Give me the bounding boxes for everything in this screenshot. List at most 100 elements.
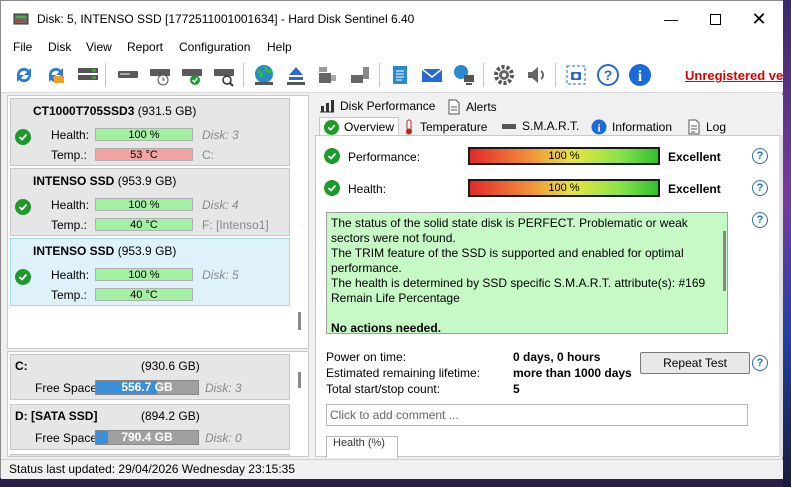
- scrollbar-thumb[interactable]: [298, 372, 301, 388]
- toolbar-separator: [483, 63, 484, 87]
- temp-bar: 40 °C: [95, 288, 193, 301]
- svg-text:?: ?: [604, 67, 613, 83]
- status-bar: Status last updated: 29/04/2026 Wednesda…: [1, 459, 783, 479]
- menu-bar: File Disk View Report Configuration Help: [1, 37, 783, 57]
- drive-letters: F: [Intenso1]: [202, 218, 269, 232]
- toolbar-separator: [555, 63, 556, 87]
- mail-button[interactable]: [419, 62, 445, 88]
- disk-number: Disk: 5: [202, 268, 239, 282]
- volume-name: C:: [15, 359, 28, 373]
- toolbar-separator: [243, 63, 244, 87]
- screenshot-icon: [566, 65, 586, 85]
- disk-ok-icon: [182, 69, 202, 85]
- minimize-button[interactable]: —: [649, 5, 693, 33]
- eject-button[interactable]: [283, 62, 309, 88]
- health-help-icon[interactable]: ?: [752, 180, 768, 196]
- maximize-icon: [709, 13, 721, 25]
- disk-entry[interactable]: CT1000T705SSD3 (931.5 GB) Health: 100 % …: [10, 98, 290, 166]
- health-ok-icon: [324, 180, 340, 196]
- disk-list-icon: [78, 68, 98, 80]
- disk-entry-selected[interactable]: INTENSO SSD (953.9 GB) Health: 100 % Dis…: [10, 238, 290, 306]
- volume-entry[interactable]: D: [SATA SSD] (894.2 GB) Free Space 790.…: [10, 404, 290, 450]
- svg-text:i: i: [638, 68, 643, 85]
- speaker-button[interactable]: [523, 62, 549, 88]
- health-label: Health:: [51, 128, 90, 142]
- close-button[interactable]: ✕: [737, 5, 781, 33]
- thermometer-icon: [406, 119, 412, 135]
- maximize-button[interactable]: [693, 5, 737, 33]
- help-button[interactable]: ?: [595, 62, 621, 88]
- performance-ok-icon: [324, 148, 340, 164]
- refresh-all-button[interactable]: [43, 62, 69, 88]
- menu-file[interactable]: File: [13, 40, 32, 54]
- performance-rating: Excellent: [668, 150, 721, 164]
- comment-input[interactable]: Click to add comment ...: [326, 404, 748, 426]
- temp-label: Temp.:: [51, 148, 88, 162]
- tab-information[interactable]: i Information: [591, 119, 672, 135]
- menu-disk[interactable]: Disk: [48, 40, 71, 54]
- drive-letters: C:: [202, 148, 214, 162]
- volume-entry[interactable]: C: (930.6 GB) Free Space 556.7 GB Disk: …: [10, 354, 290, 400]
- detail-panel: Disk Performance Alerts Overview Tempera…: [313, 95, 783, 458]
- repeat-test-help-icon[interactable]: ?: [752, 355, 768, 371]
- disk-info-button[interactable]: [115, 62, 141, 88]
- title-bar[interactable]: Disk: 5, INTENSO SSD [1772511001001634] …: [1, 1, 783, 37]
- status-help-icon[interactable]: ?: [752, 212, 768, 228]
- disk-list-panel: CT1000T705SSD3 (931.5 GB) Health: 100 % …: [7, 95, 309, 349]
- overview-tab-content: Performance: 100 % Excellent ? Health: 1…: [315, 135, 783, 458]
- volume-size: (930.6 GB): [141, 359, 200, 373]
- network-button[interactable]: [451, 62, 477, 88]
- menu-configuration[interactable]: Configuration: [179, 40, 250, 54]
- disk-schedule-button[interactable]: [147, 62, 173, 88]
- usb-drive-button[interactable]: [315, 62, 341, 88]
- close-icon: ✕: [751, 8, 767, 29]
- tab-disk-performance[interactable]: Disk Performance: [319, 99, 435, 113]
- lifetime-value: more than 1000 days: [513, 366, 632, 380]
- free-space-bar: 790.4 GB: [95, 430, 199, 445]
- tab-smart[interactable]: S.M.A.R.T.: [501, 119, 579, 133]
- info-button[interactable]: i: [627, 62, 653, 88]
- volume-entry[interactable]: [10, 454, 290, 456]
- disk-number: Disk: 3: [205, 381, 242, 395]
- scrollbar-track[interactable]: [779, 135, 783, 457]
- disk-name: INTENSO SSD (953.9 GB): [33, 174, 177, 188]
- lifetime-label: Estimated remaining lifetime:: [326, 366, 481, 380]
- usb-plug-button[interactable]: [347, 62, 373, 88]
- menu-report[interactable]: Report: [127, 40, 163, 54]
- performance-help-icon[interactable]: ?: [752, 148, 768, 164]
- temp-label: Temp.:: [51, 218, 88, 232]
- temp-bar: 53 °C: [95, 148, 193, 161]
- disk-number: Disk: 4: [202, 198, 239, 212]
- status-action: No actions needed.: [331, 321, 442, 334]
- volume-list-panel: C: (930.6 GB) Free Space 556.7 GB Disk: …: [7, 351, 309, 457]
- menu-help[interactable]: Help: [267, 40, 292, 54]
- status-description[interactable]: The status of the solid state disk is PE…: [326, 212, 728, 334]
- settings-icon: [494, 65, 514, 85]
- desktop-background: [783, 0, 791, 487]
- tab-temperature[interactable]: Temperature: [403, 119, 487, 135]
- notepad-button[interactable]: [387, 62, 413, 88]
- globe-button[interactable]: [251, 62, 277, 88]
- tab-log[interactable]: Log: [687, 119, 726, 135]
- menu-view[interactable]: View: [86, 40, 112, 54]
- refresh-button[interactable]: [11, 62, 37, 88]
- scrollbar-thumb[interactable]: [298, 312, 301, 330]
- refresh-icon: [16, 67, 32, 83]
- tab-alerts[interactable]: Alerts: [447, 99, 497, 115]
- health-label: Health:: [348, 182, 387, 196]
- disk-list-button[interactable]: [75, 62, 101, 88]
- check-ok-icon: [324, 119, 339, 135]
- tab-overview[interactable]: Overview: [319, 117, 400, 136]
- unregistered-link[interactable]: Unregistered ve: [685, 68, 783, 83]
- scrollbar-thumb[interactable]: [723, 231, 726, 291]
- smart-icon: [502, 124, 516, 129]
- repeat-test-button[interactable]: Repeat Test: [640, 352, 750, 374]
- disk-number: Disk: 3: [202, 128, 239, 142]
- disk-ok-button[interactable]: [179, 62, 205, 88]
- disk-entry[interactable]: INTENSO SSD (953.9 GB) Health: 100 % Dis…: [10, 168, 290, 236]
- screenshot-button[interactable]: [563, 62, 589, 88]
- svg-text:i: i: [597, 123, 600, 135]
- disk-search-button[interactable]: [211, 62, 237, 88]
- health-label: Health:: [51, 268, 90, 282]
- settings-button[interactable]: [491, 62, 517, 88]
